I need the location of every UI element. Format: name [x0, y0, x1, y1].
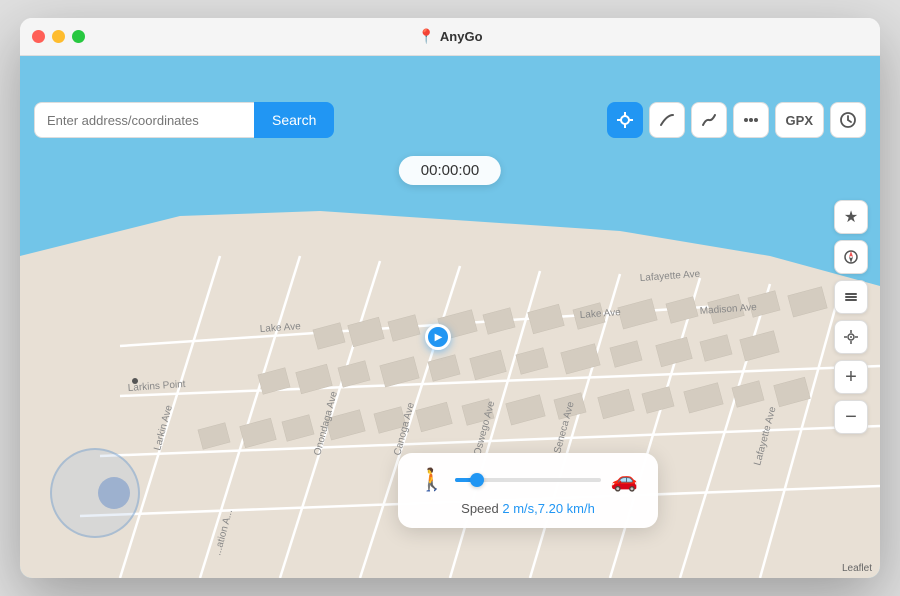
speed-icons-row: 🚶 🚗 — [418, 467, 638, 493]
dots-route-icon — [742, 111, 760, 129]
traffic-lights — [32, 30, 85, 43]
app-pin-icon: 📍 — [417, 28, 434, 45]
joystick[interactable] — [50, 448, 140, 538]
search-input[interactable] — [34, 102, 254, 138]
speed-panel: 🚶 🚗 Speed 2 m/s,7.20 km/h — [398, 453, 658, 528]
zoom-in-button[interactable]: + — [834, 360, 868, 394]
app-title: 📍 AnyGo — [417, 28, 482, 45]
speed-label: Speed — [461, 501, 502, 516]
speed-slider-track — [455, 478, 600, 482]
crosshair-icon — [616, 111, 634, 129]
close-button[interactable] — [32, 30, 45, 43]
timer-badge: 00:00:00 — [399, 156, 501, 185]
target-icon — [843, 329, 859, 345]
star-button[interactable]: ★ — [834, 200, 868, 234]
route1-button[interactable] — [649, 102, 685, 138]
dots-button[interactable] — [733, 102, 769, 138]
minimize-button[interactable] — [52, 30, 65, 43]
multi-route-icon — [700, 111, 718, 129]
map-container[interactable]: Lake Ave Lake Ave Madison Ave Lafayette … — [20, 56, 880, 578]
walk-icon: 🚶 — [418, 467, 445, 493]
car-icon: 🚗 — [611, 467, 638, 493]
speed-slider-container[interactable] — [455, 478, 600, 482]
curve-route-icon — [658, 111, 676, 129]
route2-button[interactable] — [691, 102, 727, 138]
map-right-buttons: ★ — [834, 200, 868, 434]
locate-button[interactable] — [607, 102, 643, 138]
titlebar: 📍 AnyGo — [20, 18, 880, 56]
app-window: 📍 AnyGo — [20, 18, 880, 578]
compass-icon — [843, 249, 859, 265]
search-area: Search — [34, 102, 334, 138]
speed-slider-fill — [455, 478, 477, 482]
clock-icon — [839, 111, 857, 129]
app-title-text: AnyGo — [440, 29, 483, 44]
maximize-button[interactable] — [72, 30, 85, 43]
speed-slider-thumb — [470, 473, 484, 487]
speed-text: Speed 2 m/s,7.20 km/h — [418, 501, 638, 516]
speed-value: 2 m/s,7.20 km/h — [502, 501, 594, 516]
layers-icon — [843, 289, 859, 305]
location-dot — [425, 324, 451, 350]
joystick-outer — [50, 448, 140, 538]
zoom-out-button[interactable]: − — [834, 400, 868, 434]
leaflet-attribution: Leaflet — [842, 563, 872, 574]
gpx-button[interactable]: GPX — [775, 102, 824, 138]
layers-button[interactable] — [834, 280, 868, 314]
compass-button[interactable] — [834, 240, 868, 274]
joystick-inner — [98, 477, 130, 509]
right-toolbar: GPX — [607, 102, 866, 138]
search-button[interactable]: Search — [254, 102, 334, 138]
history-button[interactable] — [830, 102, 866, 138]
current-location-button[interactable] — [834, 320, 868, 354]
